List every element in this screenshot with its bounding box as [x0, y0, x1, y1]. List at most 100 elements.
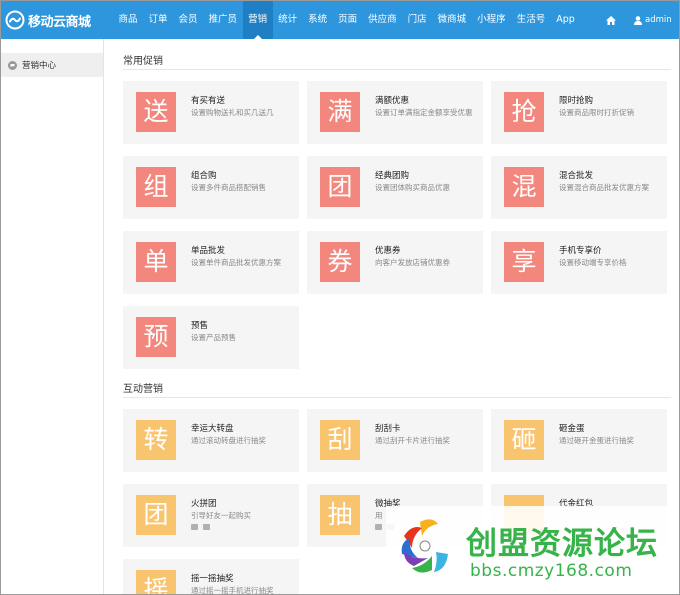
- wechat-icon: [375, 524, 382, 530]
- user-menu[interactable]: admin: [634, 1, 672, 39]
- marketing-card[interactable]: 混 混合批发设置混合商品批发优惠方案: [491, 156, 667, 219]
- card-title: 火拼团: [191, 499, 217, 509]
- card-description: 通过砸开金蛋进行抽奖: [559, 436, 634, 445]
- card-description: 设置单件商品批发优惠方案: [191, 258, 281, 267]
- marketing-card[interactable]: 砸 砸金蛋通过砸开金蛋进行抽奖: [491, 409, 667, 472]
- sidebar-item-label: 营销中心: [22, 61, 57, 71]
- card-description: 通过滚动转盘进行抽奖: [191, 436, 266, 445]
- marketing-card[interactable]: 刮 刮刮卡通过刮开卡片进行抽奖: [307, 409, 483, 472]
- app-icon: [203, 524, 210, 530]
- card-glyph-icon: 享: [504, 242, 544, 282]
- card-title: 经典团购: [375, 171, 410, 181]
- card-description: 设置团体购买商品优惠: [375, 183, 450, 192]
- card-glyph-icon: 抢: [504, 92, 544, 132]
- app-window: 移动云商城 商品 订单 会员 推广员 营销 统计 系统 页面 供应商 门店 微商城 小程序 生活号 App…: [0, 0, 680, 595]
- marketing-card[interactable]: 转 幸运大转盘通过滚动转盘进行抽奖: [123, 409, 299, 472]
- marketing-card[interactable]: 送 有买有送设置购物送礼和买几送几: [123, 81, 299, 144]
- marketing-card[interactable]: 满 满额优惠设置订单满指定金额享受优惠: [307, 81, 483, 144]
- card-glyph-icon: 满: [320, 92, 360, 132]
- nav-item[interactable]: 会员: [173, 1, 203, 39]
- wechat-icon: [191, 524, 198, 530]
- card-glyph-icon: 混: [504, 167, 544, 207]
- card-title: 摇一摇抽奖: [191, 574, 234, 584]
- nav-item[interactable]: 供应商: [363, 1, 403, 39]
- card-glyph-icon: 预: [136, 317, 176, 357]
- nav-item[interactable]: App: [551, 1, 581, 39]
- section-title-interactive: 互动营销: [123, 384, 163, 395]
- card-title: 限时抢购: [559, 96, 594, 106]
- card-description: 设置混合商品批发优惠方案: [559, 183, 649, 192]
- card-glyph-icon: 转: [136, 420, 176, 460]
- marketing-card[interactable]: 抢 限时抢购设置商品限时打折促销: [491, 81, 667, 144]
- watermark: 创盟资源论坛 bbs.cmzy168.com: [386, 506, 676, 591]
- nav-item[interactable]: 统计: [273, 1, 303, 39]
- top-navbar: 移动云商城 商品 订单 会员 推广员 营销 统计 系统 页面 供应商 门店 微商城 小程序 生活号 App…: [1, 1, 679, 39]
- nav-item[interactable]: 微商城: [432, 1, 472, 39]
- nav-item[interactable]: 系统: [303, 1, 333, 39]
- user-icon: [634, 15, 642, 25]
- card-glyph-icon: 抽: [320, 495, 360, 535]
- card-description: 设置多件商品搭配销售: [191, 183, 266, 192]
- marketing-card[interactable]: 预 预售设置产品预售: [123, 306, 299, 369]
- watermark-title: 创盟资源论坛: [466, 526, 658, 562]
- card-glyph-icon: 摇: [136, 570, 176, 594]
- card-description: 通过摇一摇手机进行抽奖: [191, 586, 274, 595]
- watermark-url: bbs.cmzy168.com: [470, 561, 633, 581]
- card-glyph-icon: 单: [136, 242, 176, 282]
- nav-item[interactable]: 生活号: [511, 1, 551, 39]
- card-glyph-icon: 送: [136, 92, 176, 132]
- card-title: 有买有送: [191, 96, 226, 106]
- marketing-card[interactable]: 组 组合购设置多件商品搭配销售: [123, 156, 299, 219]
- cloud-logo-icon: [5, 10, 25, 30]
- card-description: 设置订单满指定金额享受优惠: [375, 108, 473, 117]
- marketing-card[interactable]: 券 优惠券向客户发放店铺优惠券: [307, 231, 483, 294]
- home-button[interactable]: [598, 1, 624, 39]
- logo[interactable]: 移动云商城: [5, 9, 91, 31]
- nav-item[interactable]: 门店: [402, 1, 432, 39]
- username: admin: [645, 15, 672, 25]
- marketing-card[interactable]: 团 经典团购 设置团体购买商品优惠: [307, 156, 483, 219]
- card-glyph-icon: 刮: [320, 420, 360, 460]
- section-divider: [123, 69, 671, 70]
- nav-item[interactable]: 推广员: [203, 1, 243, 39]
- marketing-card[interactable]: 享 手机专享价设置移动端专享价格: [491, 231, 667, 294]
- nav-item[interactable]: 小程序: [472, 1, 512, 39]
- marketing-center-icon: [8, 60, 17, 70]
- card-description: 设置商品限时打折促销: [559, 108, 634, 117]
- nav-item[interactable]: 页面: [333, 1, 363, 39]
- section-divider: [123, 397, 671, 398]
- marketing-card[interactable]: 团 火拼团引导好友一起购买: [123, 484, 299, 547]
- card-title: 刮刮卡: [375, 424, 401, 434]
- card-glyph-icon: 券: [320, 242, 360, 282]
- marketing-card[interactable]: 摇 摇一摇抽奖通过摇一摇手机进行抽奖: [123, 559, 299, 595]
- logo-text: 移动云商城: [28, 14, 91, 30]
- marketing-card[interactable]: 单 单品批发 设置单件商品批发优惠方案: [123, 231, 299, 294]
- card-title: 砸金蛋: [559, 424, 585, 434]
- card-description: 设置移动端专享价格: [559, 258, 627, 267]
- nav-item[interactable]: 订单: [143, 1, 173, 39]
- card-glyph-icon: 砸: [504, 420, 544, 460]
- card-description: 通过刮开卡片进行抽奖: [375, 436, 450, 445]
- sidebar-item-marketing-center[interactable]: 营销中心: [1, 53, 103, 77]
- card-description: 引导好友一起购买: [191, 511, 251, 520]
- card-title: 混合批发: [559, 171, 594, 181]
- card-description: 设置产品预售: [191, 333, 236, 342]
- watermark-logo-icon: [401, 519, 448, 573]
- main-nav: 商品 订单 会员 推广员 营销 统计 系统 页面 供应商 门店 微商城 小程序 生活号 App: [113, 1, 580, 39]
- card-title: 满额优惠: [375, 96, 410, 106]
- card-glyph-icon: 组: [136, 167, 176, 207]
- channel-icons: [191, 524, 210, 530]
- card-title: 手机专享价: [559, 246, 602, 256]
- card-title: 预售: [191, 321, 209, 331]
- nav-item[interactable]: 营销: [242, 1, 273, 39]
- home-icon: [606, 15, 616, 25]
- nav-item[interactable]: 商品: [113, 1, 143, 39]
- card-title: 组合购: [191, 171, 217, 181]
- card-title: 幸运大转盘: [191, 424, 234, 434]
- card-description: 设置购物送礼和买几送几: [191, 108, 274, 117]
- section-title-promo: 常用促销: [123, 56, 163, 67]
- sidebar: 营销中心: [1, 39, 104, 594]
- card-title: 优惠券: [375, 246, 401, 256]
- card-description: 向客户发放店铺优惠券: [375, 258, 450, 267]
- card-glyph-icon: 团: [136, 495, 176, 535]
